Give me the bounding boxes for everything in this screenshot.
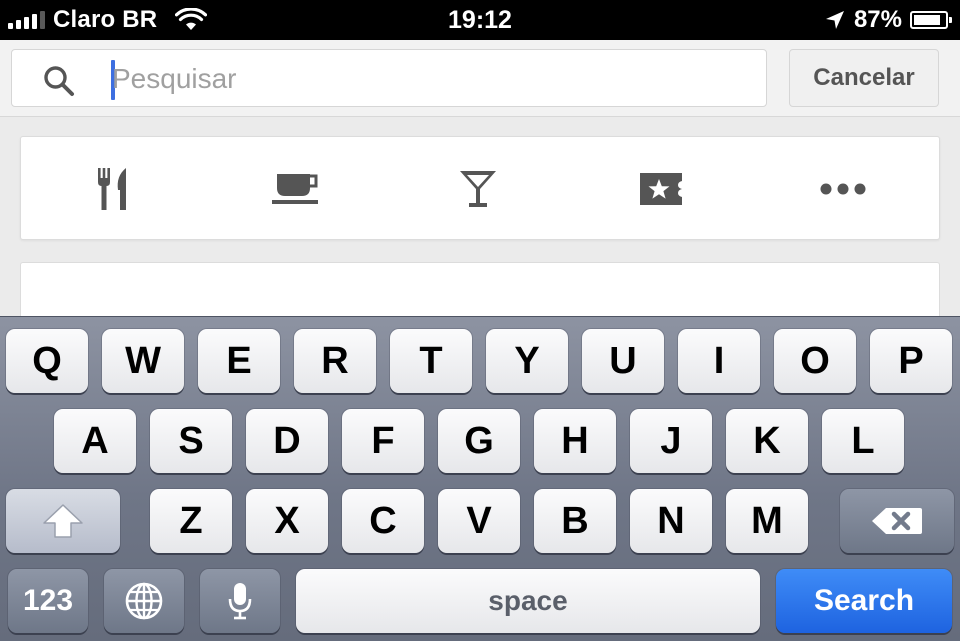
space-key[interactable]: space bbox=[296, 569, 760, 633]
coffee-cup-icon bbox=[272, 174, 318, 204]
category-restaurants[interactable] bbox=[85, 163, 141, 215]
backspace-icon bbox=[872, 508, 922, 534]
dictation-key[interactable] bbox=[200, 569, 280, 633]
globe-icon bbox=[125, 582, 163, 620]
status-time: 19:12 bbox=[448, 6, 512, 34]
search-field[interactable] bbox=[11, 49, 767, 107]
key-v[interactable]: V bbox=[438, 489, 520, 553]
location-arrow-icon bbox=[825, 11, 844, 29]
battery-tip bbox=[949, 17, 952, 23]
numbers-key[interactable]: 123 bbox=[8, 569, 88, 633]
key-y[interactable]: Y bbox=[486, 329, 568, 393]
key-e[interactable]: E bbox=[198, 329, 280, 393]
search-icon bbox=[44, 66, 74, 96]
key-u[interactable]: U bbox=[582, 329, 664, 393]
fork-knife-icon bbox=[98, 168, 126, 210]
key-l[interactable]: L bbox=[822, 409, 904, 473]
category-entertainment[interactable] bbox=[633, 163, 689, 215]
more-icon bbox=[820, 183, 866, 195]
search-key[interactable]: Search bbox=[776, 569, 952, 633]
category-coffee[interactable] bbox=[268, 163, 324, 215]
key-w[interactable]: W bbox=[102, 329, 184, 393]
category-bar bbox=[20, 136, 940, 240]
shift-key[interactable] bbox=[6, 489, 120, 553]
key-b[interactable]: B bbox=[534, 489, 616, 553]
cancel-button[interactable]: Cancelar bbox=[789, 49, 939, 107]
status-bar: Claro BR 19:12 87% bbox=[0, 0, 960, 40]
key-j[interactable]: J bbox=[630, 409, 712, 473]
key-s[interactable]: S bbox=[150, 409, 232, 473]
key-n[interactable]: N bbox=[630, 489, 712, 553]
key-x[interactable]: X bbox=[246, 489, 328, 553]
key-g[interactable]: G bbox=[438, 409, 520, 473]
status-right: 87% bbox=[824, 0, 952, 40]
key-p[interactable]: P bbox=[870, 329, 952, 393]
key-f[interactable]: F bbox=[342, 409, 424, 473]
battery-fill bbox=[914, 15, 941, 25]
delete-key[interactable] bbox=[840, 489, 954, 553]
key-a[interactable]: A bbox=[54, 409, 136, 473]
ticket-icon bbox=[640, 173, 682, 205]
key-c[interactable]: C bbox=[342, 489, 424, 553]
key-t[interactable]: T bbox=[390, 329, 472, 393]
key-k[interactable]: K bbox=[726, 409, 808, 473]
key-h[interactable]: H bbox=[534, 409, 616, 473]
keyboard: Q W E R T Y U I O P A S D F G H J K L Z … bbox=[0, 316, 960, 641]
battery-icon bbox=[910, 11, 952, 29]
microphone-icon bbox=[228, 583, 252, 620]
key-z[interactable]: Z bbox=[150, 489, 232, 553]
key-r[interactable]: R bbox=[294, 329, 376, 393]
search-input[interactable] bbox=[112, 60, 732, 98]
battery-percent: 87% bbox=[853, 6, 902, 33]
category-more[interactable] bbox=[815, 163, 871, 215]
search-bar: Cancelar bbox=[0, 40, 960, 117]
category-nightlife[interactable] bbox=[450, 163, 506, 215]
key-d[interactable]: D bbox=[246, 409, 328, 473]
key-q[interactable]: Q bbox=[6, 329, 88, 393]
key-o[interactable]: O bbox=[774, 329, 856, 393]
key-i[interactable]: I bbox=[678, 329, 760, 393]
cocktail-icon bbox=[460, 171, 496, 207]
key-m[interactable]: M bbox=[726, 489, 808, 553]
shift-arrow-icon bbox=[43, 504, 83, 538]
globe-key[interactable] bbox=[104, 569, 184, 633]
